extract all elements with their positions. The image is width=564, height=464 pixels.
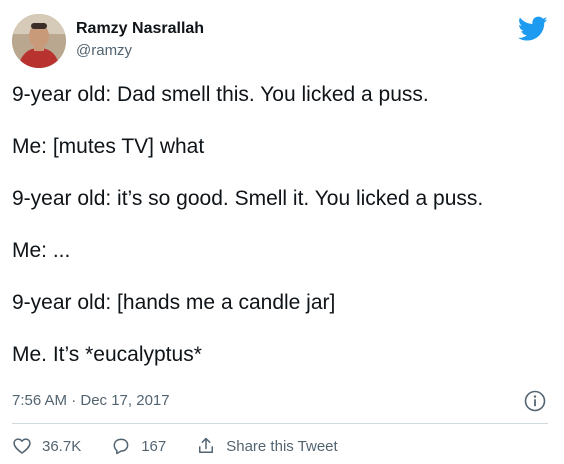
tweet-text: 9-year old: Dad smell this. You licked a… [12, 82, 548, 368]
tweet-line: 9-year old: [hands me a candle jar] [12, 291, 336, 314]
reply-button[interactable]: 167 [111, 436, 166, 456]
twitter-bird-icon[interactable] [518, 16, 548, 42]
tweet-line: Me: [mutes TV] what [12, 135, 205, 158]
share-label: Share this Tweet [226, 437, 338, 455]
like-button[interactable]: 36.7K [12, 436, 81, 456]
avatar-image [12, 14, 66, 68]
like-count: 36.7K [42, 437, 82, 455]
reply-count: 167 [141, 437, 167, 455]
tweet-timestamp[interactable]: 7:56 AM · Dec 17, 2017 [12, 392, 170, 409]
share-icon [199, 437, 214, 453]
avatar[interactable] [12, 14, 66, 68]
action-bar: 36.7K 167 Share this Tweet [12, 436, 548, 456]
author-name[interactable]: Ramzy Nasrallah [76, 20, 204, 38]
tweet-line: Me: ... [12, 239, 71, 262]
reply-icon [113, 438, 129, 455]
heart-icon [13, 438, 31, 454]
divider [12, 423, 548, 424]
tweet-line: Me. It’s *eucalyptus* [12, 343, 202, 366]
author-handle[interactable]: @ramzy [76, 42, 132, 59]
tweet-line: 9-year old: Dad smell this. You licked a… [12, 83, 429, 106]
share-button[interactable]: Share this Tweet [196, 436, 338, 456]
info-icon[interactable] [524, 390, 546, 412]
tweet-line: 9-year old: it’s so good. Smell it. You … [12, 187, 484, 210]
